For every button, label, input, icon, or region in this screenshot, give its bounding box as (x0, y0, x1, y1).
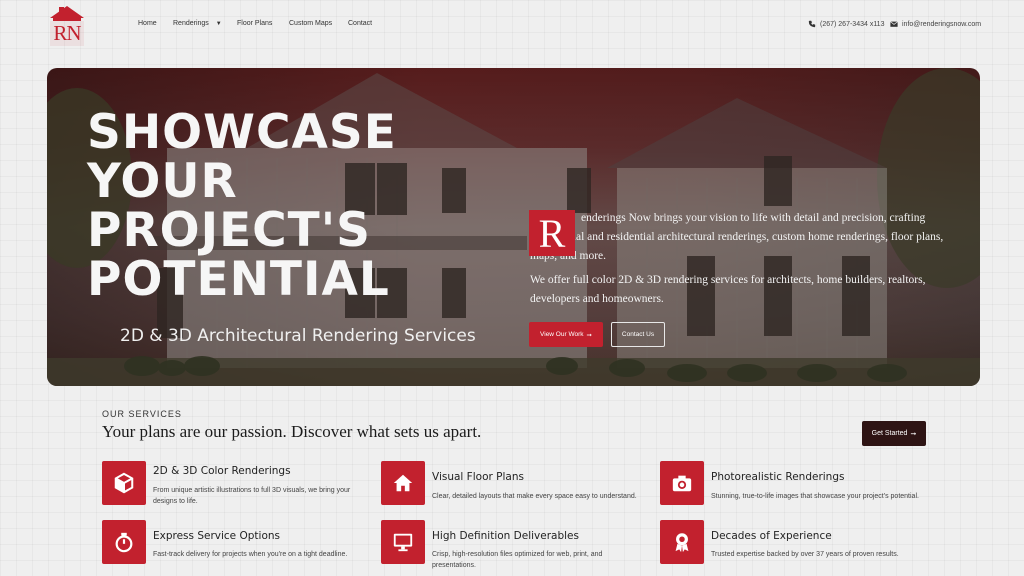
get-started-button[interactable]: Get Started ➞ (862, 421, 926, 446)
service-card: Photorealistic Renderings Stunning, true… (660, 461, 930, 511)
cube-icon (102, 461, 146, 505)
service-desc: Trusted expertise backed by over 37 year… (711, 551, 899, 558)
service-title: Express Service Options (153, 530, 280, 542)
dropcap-letter: R (529, 210, 575, 256)
hero-banner: SHOWCASE YOUR PROJECT'S POTENTIAL 2D & 3… (47, 68, 980, 386)
home-icon (381, 461, 425, 505)
nav-renderings[interactable]: Renderings ▼ (173, 20, 222, 27)
service-card: 2D & 3D Color Renderings From unique art… (102, 461, 362, 511)
stopwatch-icon (102, 520, 146, 564)
service-card: Decades of Experience Trusted expertise … (660, 520, 930, 570)
phone-link[interactable]: (267) 267-3434 x113 (808, 20, 884, 28)
service-title: High Definition Deliverables (432, 530, 579, 542)
award-icon (660, 520, 704, 564)
envelope-icon (890, 21, 898, 27)
service-title: Decades of Experience (711, 530, 832, 542)
chevron-down-icon: ▼ (215, 21, 222, 27)
arrow-right-icon: ➞ (586, 331, 592, 339)
nav-floor-plans[interactable]: Floor Plans (237, 20, 272, 27)
service-card: High Definition Deliverables Crisp, high… (381, 520, 651, 570)
nav-home[interactable]: Home (138, 20, 157, 27)
service-title: Photorealistic Renderings (711, 471, 845, 483)
email-address: info@renderingsnow.com (902, 20, 982, 28)
hero-title: SHOWCASE YOUR PROJECT'S POTENTIAL (87, 105, 397, 307)
camera-icon (660, 461, 704, 505)
service-card: Visual Floor Plans Clear, detailed layou… (381, 461, 641, 511)
phone-icon (808, 20, 816, 28)
service-title: 2D & 3D Color Renderings (153, 465, 291, 477)
logo[interactable]: RN (48, 5, 86, 47)
service-desc: Crisp, high-resolution files optimized f… (432, 551, 603, 569)
service-card: Express Service Options Fast-track deliv… (102, 520, 362, 570)
service-title: Visual Floor Plans (432, 471, 524, 483)
arrow-right-icon: ➞ (910, 430, 917, 438)
nav-renderings-label: Renderings (173, 20, 209, 27)
services-kicker: OUR SERVICES (102, 409, 182, 419)
service-desc: Fast-track delivery for projects when yo… (153, 551, 348, 558)
nav-contact[interactable]: Contact (348, 20, 372, 27)
get-started-label: Get Started (871, 430, 908, 437)
hero-paragraph-1: enderings Now brings your vision to life… (530, 212, 944, 262)
monitor-icon (381, 520, 425, 564)
phone-number: (267) 267-3434 x113 (820, 20, 885, 28)
service-desc: From unique artistic illustrations to fu… (153, 487, 351, 505)
hero-subtitle: 2D & 3D Architectural Rendering Services (120, 326, 476, 346)
services-heading: Your plans are our passion. Discover wha… (102, 422, 482, 441)
view-our-work-label: View Our Work (540, 331, 584, 338)
nav-custom-maps[interactable]: Custom Maps (289, 20, 332, 27)
hero-paragraph-2: We offer full color 2D & 3D rendering se… (530, 274, 926, 305)
logo-text: RN (53, 21, 81, 45)
contact-us-button[interactable]: Contact Us (611, 322, 665, 347)
service-desc: Clear, detailed layouts that make every … (432, 493, 637, 500)
view-our-work-button[interactable]: View Our Work ➞ (529, 322, 603, 347)
email-link[interactable]: info@renderingsnow.com (890, 20, 981, 28)
service-desc: Stunning, true-to-life images that showc… (711, 493, 919, 500)
